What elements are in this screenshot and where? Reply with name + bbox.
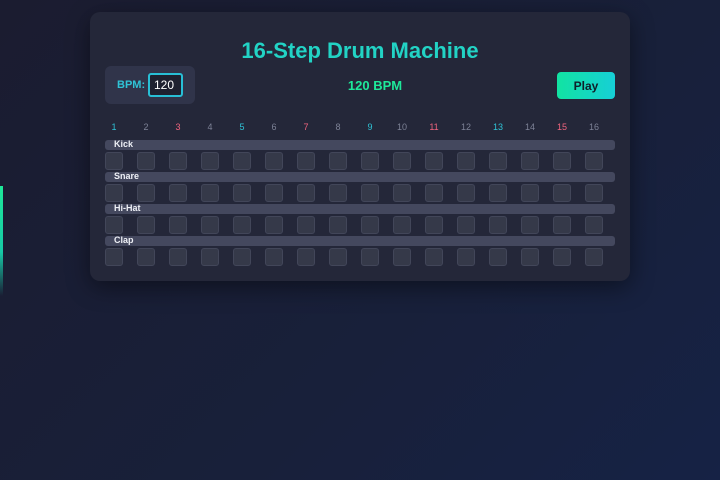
step-pad[interactable] [201,184,219,202]
step-pad[interactable] [361,152,379,170]
step-number: 7 [303,122,309,132]
step-pad[interactable] [265,152,283,170]
step-pad[interactable] [137,152,155,170]
step-pad[interactable] [361,184,379,202]
step-pad[interactable] [297,184,315,202]
step-pad[interactable] [521,248,539,266]
track-label-bar: Snare [105,171,615,182]
step-number: 1 [111,122,117,132]
step-pad[interactable] [425,184,443,202]
step-pad[interactable] [233,216,251,234]
bpm-control: BPM: [105,66,195,104]
side-accent-bar [0,186,3,296]
step-pad[interactable] [297,216,315,234]
step-pad[interactable] [553,216,571,234]
step-number: 9 [367,122,373,132]
bpm-label: BPM: [117,79,146,91]
step-pad[interactable] [489,248,507,266]
track-label: Kick [114,139,134,149]
step-number: 16 [588,122,599,132]
step-pad[interactable] [105,152,123,170]
track-label: Snare [114,171,140,181]
step-pad[interactable] [105,184,123,202]
step-pad[interactable] [553,152,571,170]
step-pad[interactable] [201,216,219,234]
step-number-header: 1 2 3 4 5 6 7 8 9 10 11 12 13 14 15 16 [90,122,630,136]
step-number: 8 [335,122,341,132]
step-number: 11 [429,122,439,132]
step-pad[interactable] [361,216,379,234]
step-pad[interactable] [233,184,251,202]
track-label-bar: Kick [105,139,615,150]
step-pad[interactable] [585,248,603,266]
step-pad[interactable] [329,248,347,266]
step-pad[interactable] [105,216,123,234]
step-pad[interactable] [169,184,187,202]
step-pad[interactable] [137,248,155,266]
track-label-bar: Clap [105,235,615,246]
step-pad[interactable] [553,248,571,266]
step-pad[interactable] [265,216,283,234]
step-number: 6 [271,122,277,132]
step-pad[interactable] [169,216,187,234]
step-pad[interactable] [329,184,347,202]
step-number: 10 [396,122,407,132]
bpm-input[interactable] [148,73,183,97]
step-number: 2 [143,122,149,132]
step-pad[interactable] [489,152,507,170]
step-pad[interactable] [393,248,411,266]
step-pad[interactable] [425,216,443,234]
step-pad[interactable] [393,152,411,170]
bpm-display: 120 BPM [347,78,403,93]
step-pad[interactable] [425,248,443,266]
step-pad[interactable] [201,152,219,170]
track-label: Clap [114,235,134,245]
step-pad[interactable] [137,216,155,234]
step-pad[interactable] [297,152,315,170]
step-pad[interactable] [489,216,507,234]
step-number: 3 [175,122,181,132]
step-pad[interactable] [201,248,219,266]
step-number: 4 [207,122,213,132]
step-pad[interactable] [425,152,443,170]
page-title: 16-Step Drum Machine [241,38,479,63]
step-pad[interactable] [585,184,603,202]
step-pad[interactable] [265,184,283,202]
step-pad[interactable] [105,248,123,266]
step-number: 15 [556,122,567,132]
drum-machine-panel: 16-Step Drum Machine BPM: 120 BPM Play 1… [90,12,630,281]
step-pad[interactable] [457,248,475,266]
step-number: 13 [492,122,503,132]
step-pad[interactable] [169,152,187,170]
step-number: 12 [460,122,471,132]
step-pad[interactable] [233,152,251,170]
step-pad[interactable] [297,248,315,266]
step-pad[interactable] [265,248,283,266]
step-pad[interactable] [361,248,379,266]
step-pad[interactable] [457,152,475,170]
step-pad[interactable] [393,216,411,234]
track-label: Hi-Hat [114,203,141,213]
step-pad[interactable] [521,216,539,234]
step-pad[interactable] [585,216,603,234]
step-pad[interactable] [169,248,187,266]
step-pad[interactable] [521,184,539,202]
step-pad[interactable] [393,184,411,202]
step-number: 14 [524,122,535,132]
step-pad[interactable] [585,152,603,170]
play-button[interactable]: Play [557,72,615,99]
step-pad[interactable] [521,152,539,170]
step-pad[interactable] [489,184,507,202]
step-pad[interactable] [233,248,251,266]
step-number: 5 [239,122,245,132]
track-label-bar: Hi-Hat [105,203,615,214]
step-pad[interactable] [457,216,475,234]
step-pad[interactable] [329,216,347,234]
step-pad[interactable] [553,184,571,202]
step-pad[interactable] [137,184,155,202]
step-pad[interactable] [457,184,475,202]
step-pad[interactable] [329,152,347,170]
